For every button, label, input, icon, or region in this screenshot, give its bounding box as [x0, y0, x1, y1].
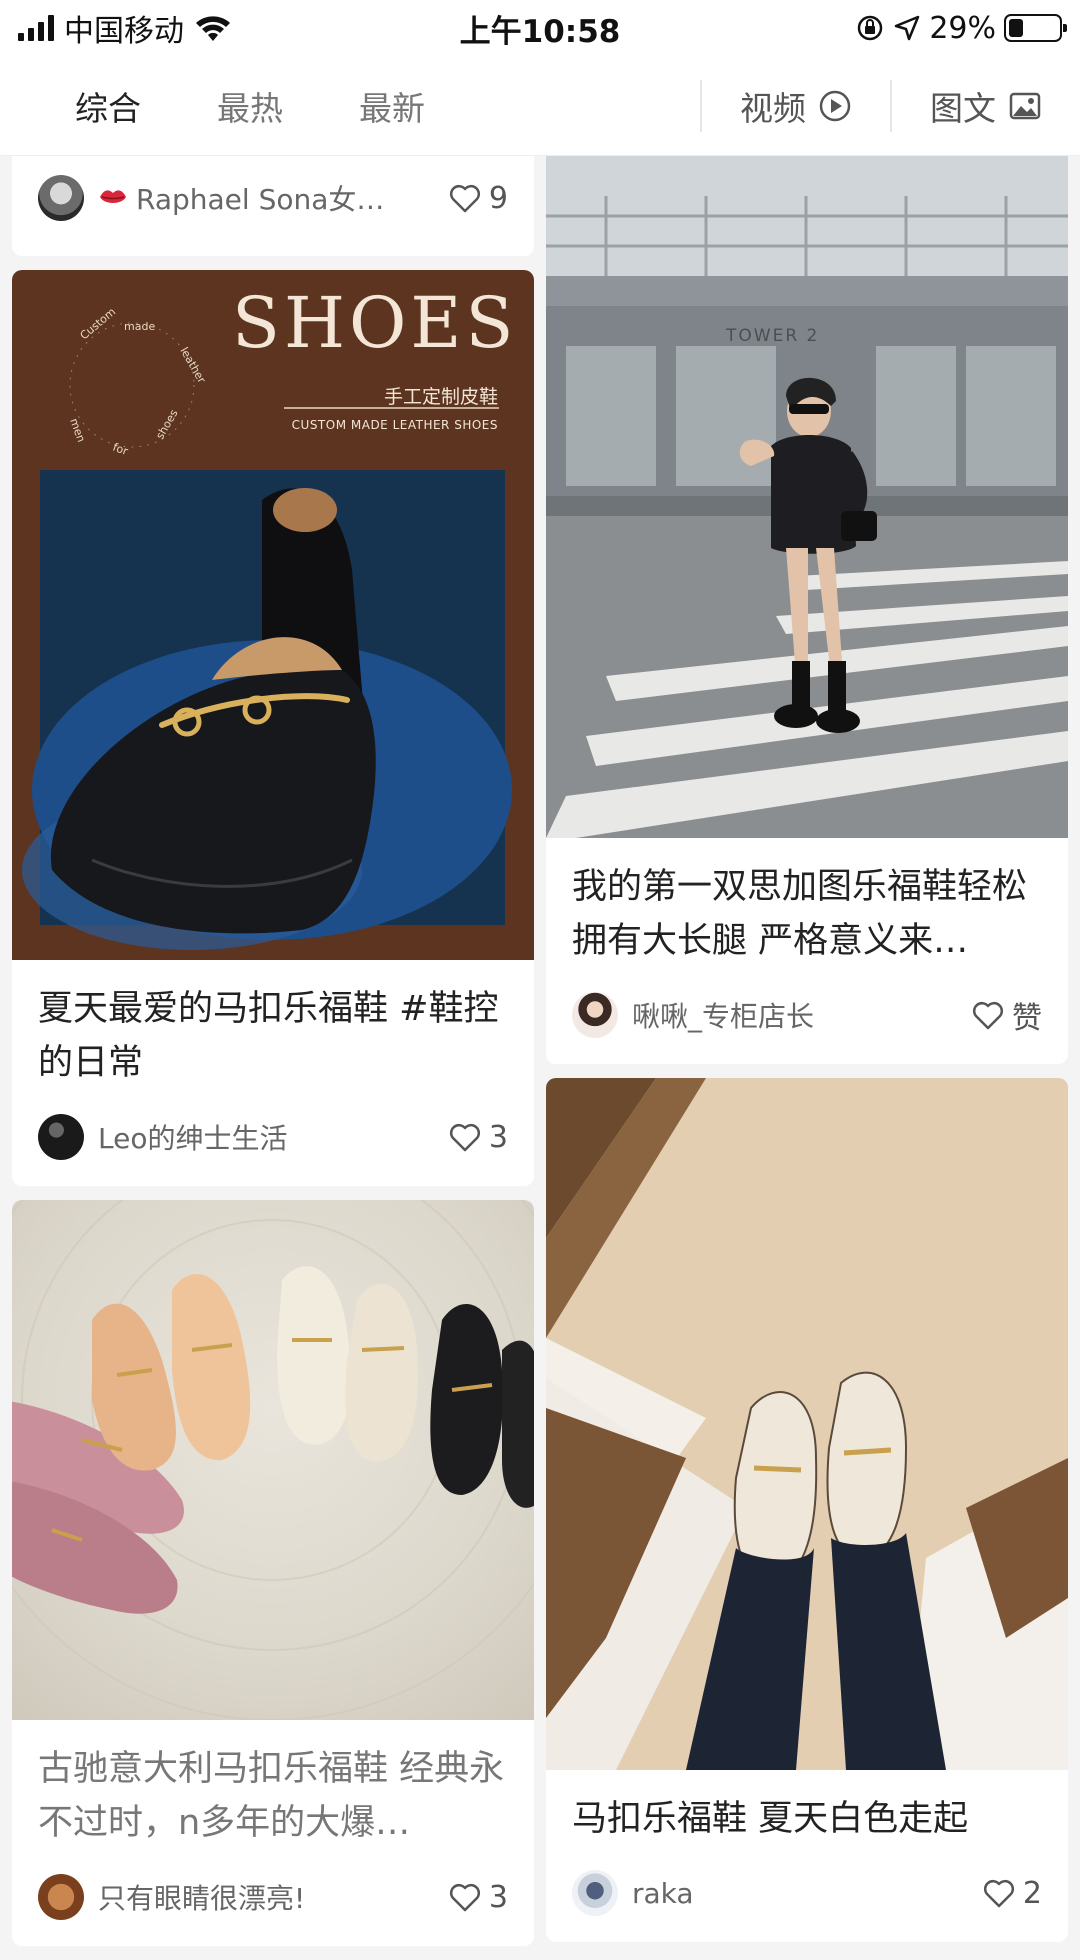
- carrier-name: 中国移动: [64, 14, 184, 49]
- svg-text:leather: leather: [177, 345, 208, 386]
- avatar[interactable]: [572, 992, 618, 1038]
- like-button[interactable]: 9: [447, 180, 508, 216]
- like-count: 2: [1022, 1875, 1042, 1911]
- post-title[interactable]: 我的第一双思加图乐福鞋轻松拥有大长腿 严格意义来…: [546, 838, 1068, 978]
- heart-icon: [449, 184, 480, 213]
- heart-icon: [449, 1883, 480, 1912]
- clock: 上午10:58: [459, 13, 621, 50]
- feed-card[interactable]: 古驰意大利马扣乐福鞋 经典永不过时，n多年的大爆… 只有眼睛很漂亮! 3: [12, 1200, 534, 1946]
- heart-icon: [449, 1123, 480, 1152]
- rotation-lock-icon: [858, 15, 883, 41]
- avatar[interactable]: [38, 1114, 84, 1160]
- tab-comprehensive[interactable]: 综合: [0, 56, 179, 155]
- post-image[interactable]: [546, 1078, 1068, 1770]
- heart-icon: [972, 1001, 1004, 1030]
- post-image[interactable]: [12, 1200, 534, 1720]
- post-title[interactable]: 马扣乐福鞋 夏天白色走起: [546, 1770, 1068, 1856]
- battery-percent: 29%: [929, 10, 996, 46]
- ad-headline: SHOES: [232, 282, 518, 364]
- ad-subtitle-en: CUSTOM MADE LEATHER SHOES: [291, 418, 498, 432]
- feed-card[interactable]: Custom made leather shoes for men SHOES …: [12, 270, 534, 1186]
- post-image[interactable]: TOWER 2: [546, 156, 1068, 838]
- avatar[interactable]: [572, 1870, 618, 1916]
- wifi-icon: [196, 16, 230, 41]
- author-name[interactable]: Leo的绅士生活: [98, 1117, 447, 1157]
- image-icon: [1009, 92, 1041, 119]
- like-button[interactable]: 2: [981, 1875, 1042, 1911]
- author-name[interactable]: Raphael Sona女…: [136, 178, 447, 218]
- post-image[interactable]: Custom made leather shoes for men SHOES …: [12, 270, 534, 960]
- avatar[interactable]: [38, 175, 84, 221]
- avatar[interactable]: [38, 1874, 84, 1920]
- feed-column-left: Raphael Sona女… 9 Custom made leather sho…: [12, 156, 534, 1960]
- tab-image-text-label: 图文: [930, 88, 996, 128]
- post-title[interactable]: 夏天最爱的马扣乐福鞋 #鞋控的日常: [12, 960, 534, 1100]
- like-button[interactable]: 赞: [970, 993, 1042, 1037]
- tab-newest[interactable]: 最新: [321, 56, 463, 155]
- ad-subtitle-cn: 手工定制皮鞋: [383, 386, 498, 408]
- filter-tab-bar: 综合 最热 最新 视频 图文: [0, 56, 1080, 156]
- heart-icon: [983, 1879, 1014, 1908]
- author-name[interactable]: 只有眼睛很漂亮!: [98, 1877, 447, 1917]
- feed-card[interactable]: Raphael Sona女… 9: [12, 156, 534, 256]
- like-button[interactable]: 3: [447, 1119, 508, 1155]
- author-name[interactable]: raka: [632, 1877, 981, 1910]
- svg-text:Custom: Custom: [78, 305, 119, 342]
- like-count: 3: [488, 1119, 508, 1155]
- svg-text:made: made: [124, 320, 155, 333]
- feed-card[interactable]: TOWER 2 我的第一双思加图乐福鞋轻松拥有大长腿 严格意义来… 啾啾_专柜店…: [546, 156, 1068, 1064]
- building-sign: TOWER 2: [726, 326, 820, 346]
- location-arrow-icon: [895, 15, 920, 41]
- tab-hottest[interactable]: 最热: [179, 56, 321, 155]
- cellular-signal-icon: [18, 15, 54, 41]
- author-name[interactable]: 啾啾_专柜店长: [632, 995, 970, 1035]
- like-count: 赞: [1012, 1001, 1042, 1036]
- feed-card[interactable]: 马扣乐福鞋 夏天白色走起 raka 2: [546, 1078, 1068, 1942]
- post-title[interactable]: 古驰意大利马扣乐福鞋 经典永不过时，n多年的大爆…: [12, 1720, 534, 1860]
- like-count: 3: [488, 1879, 508, 1915]
- tab-video-label: 视频: [740, 88, 806, 128]
- like-count: 9: [488, 180, 508, 216]
- feed-column-right: TOWER 2 我的第一双思加图乐福鞋轻松拥有大长腿 严格意义来… 啾啾_专柜店…: [546, 156, 1068, 1956]
- svg-text:men: men: [67, 417, 88, 444]
- svg-text:shoes: shoes: [153, 407, 180, 441]
- status-bar: 中国移动 上午10:58 29%: [0, 0, 1080, 56]
- lips-icon: [100, 190, 126, 203]
- play-circle-icon: [819, 90, 851, 121]
- like-button[interactable]: 3: [447, 1879, 508, 1915]
- tab-video[interactable]: 视频: [702, 56, 890, 155]
- tab-image-text[interactable]: 图文: [892, 56, 1080, 155]
- battery-icon: [1004, 14, 1067, 42]
- svg-text:for: for: [111, 441, 130, 459]
